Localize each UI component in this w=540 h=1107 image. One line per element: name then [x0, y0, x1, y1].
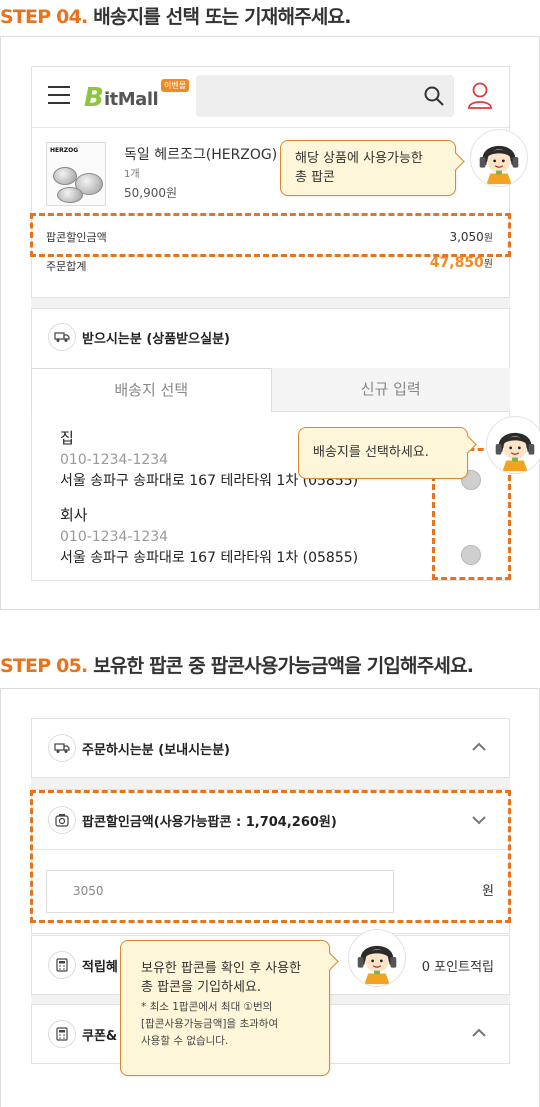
popcorn-tooltip: 해당 상품에 사용가능한 총 팝콘 — [280, 140, 456, 196]
search-input[interactable] — [196, 75, 454, 117]
section-divider — [31, 298, 510, 308]
chevron-up-icon[interactable] — [471, 739, 487, 755]
menu-icon[interactable] — [48, 86, 70, 104]
step-number: STEP 04. — [0, 6, 88, 28]
tab-address-select[interactable]: 배송지 선택 — [31, 368, 272, 412]
product-price: 50,900원 — [124, 186, 178, 200]
step-text: 배송지를 선택 또는 기재해주세요. — [87, 6, 351, 28]
total-label: 주문합계 — [46, 260, 87, 273]
address-tabs: 배송지 선택 신규 입력 — [31, 368, 510, 412]
search-icon[interactable] — [424, 86, 444, 106]
points-value: 0 포인트적립 — [421, 960, 494, 975]
calculator-icon — [48, 951, 76, 979]
step-number: STEP 05. — [0, 655, 88, 677]
orderer-section[interactable]: 주문하시는분 (보내시는분) — [31, 718, 510, 778]
total-value: 47,850원 — [429, 255, 493, 271]
step-text: 보유한 팝콘 중 팝콘사용가능금액을 기입해주세요. — [87, 655, 474, 677]
guide-avatar-icon — [348, 929, 406, 987]
product-image: HERZOG — [46, 142, 106, 206]
coupon-title: 쿠폰& — [82, 1028, 118, 1044]
guide-avatar-icon — [470, 129, 528, 187]
product-quantity: 1개 — [124, 169, 140, 180]
recipient-header: 받으시는분 (상품받으실분) — [48, 323, 230, 351]
address-tooltip: 배송지를 선택하세요. — [298, 427, 468, 479]
app-header: B itMall 이벤몰 — [31, 66, 510, 128]
bitmall-logo[interactable]: B itMall 이벤몰 — [84, 79, 194, 113]
discount-highlight — [30, 213, 511, 257]
user-icon[interactable] — [467, 81, 493, 109]
product-brand: HERZOG — [50, 147, 79, 154]
guide-avatar-icon — [486, 416, 540, 474]
tab-new-address[interactable]: 신규 입력 — [271, 368, 510, 412]
popcorn-input-tooltip: 보유한 팝콘를 확인 후 사용한 총 팝콘을 기입하세요. * 최소 1팝콘에서… — [120, 940, 330, 1076]
step-05-title: STEP 05. 보유한 팝콘 중 팝콘사용가능금액을 기입해주세요. — [0, 651, 474, 678]
address-item[interactable]: 회사 010-1234-1234 서울 송파구 송파대로 167 테라타워 1차… — [60, 504, 358, 567]
recipient-title: 받으시는분 (상품받으실분) — [82, 331, 230, 347]
calculator-icon — [48, 1020, 76, 1048]
popcorn-highlight — [30, 790, 511, 923]
orderer-title: 주문하시는분 (보내시는분) — [82, 742, 230, 758]
points-title: 적립혜 — [82, 959, 118, 975]
truck-icon — [48, 323, 76, 351]
step-04-title: STEP 04. 배송지를 선택 또는 기재해주세요. — [0, 2, 351, 29]
truck-icon — [48, 734, 76, 762]
chevron-up-icon[interactable] — [471, 1025, 487, 1041]
